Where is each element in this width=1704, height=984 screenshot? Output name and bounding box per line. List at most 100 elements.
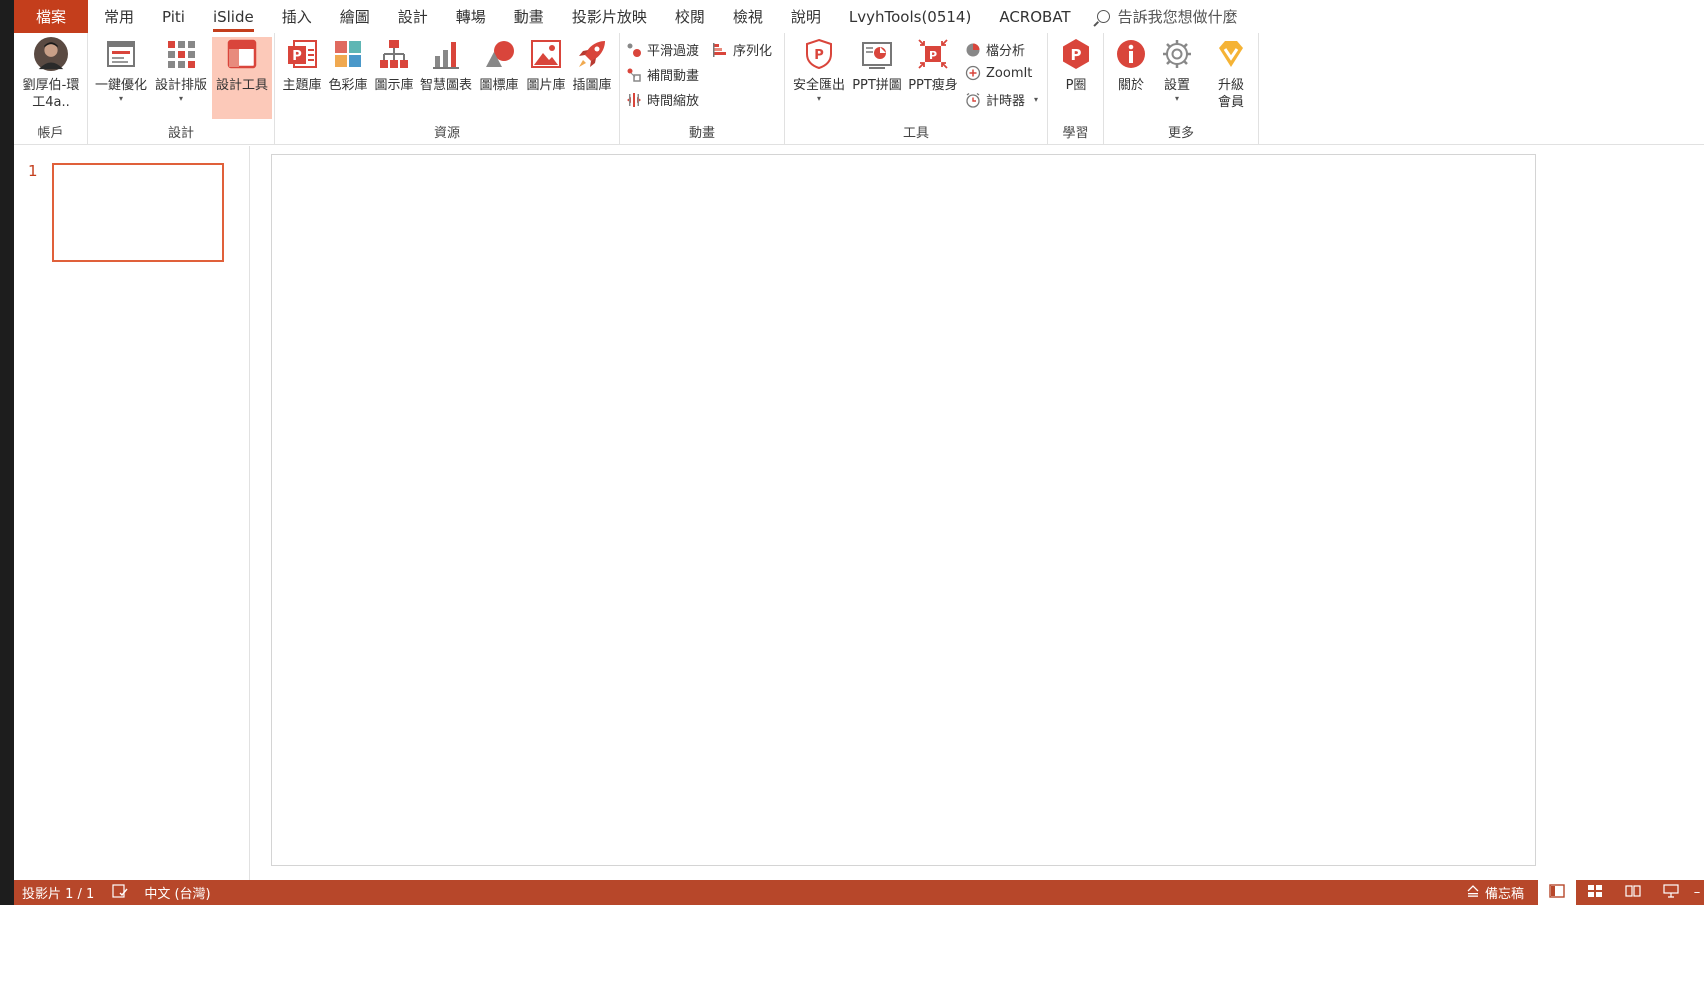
accessibility-check-button[interactable] (112, 883, 128, 902)
upgrade-member-button[interactable]: 升級 會員 (1208, 37, 1254, 111)
serialize-button[interactable]: 序列化 (712, 40, 772, 59)
safe-export-icon: P (802, 37, 836, 71)
accessibility-icon (112, 883, 128, 902)
p-circle-label: P圈 (1065, 78, 1087, 93)
icon-library-button[interactable]: 圖標庫 (475, 37, 523, 94)
group-label-animation: 動畫 (688, 126, 715, 141)
book-icon (1625, 884, 1641, 902)
design-tools-button[interactable]: 設計工具 (212, 37, 272, 119)
notes-button[interactable]: 備忘稿 (1467, 883, 1524, 902)
normal-view-icon (1549, 883, 1565, 902)
design-tools-icon (225, 37, 259, 71)
time-scale-button[interactable]: 時間縮放 (626, 90, 699, 109)
diagram-library-button[interactable]: 圖示庫 (371, 37, 417, 94)
tab-help[interactable]: 說明 (777, 0, 835, 33)
picture-icon (529, 37, 563, 71)
tab-review[interactable]: 校閱 (661, 0, 719, 33)
settings-button[interactable]: 設置 ▾ (1154, 37, 1200, 104)
ppt-slim-button[interactable]: P PPT瘦身 (905, 37, 961, 94)
tell-me-search[interactable]: 告訴我您想做什麼 (1096, 6, 1238, 27)
tween-animation-button[interactable]: 補間動畫 (626, 65, 699, 84)
p-circle-button[interactable]: P P圈 (1052, 37, 1100, 94)
zoom-out-button[interactable]: – (1690, 880, 1704, 905)
window-edge (0, 0, 14, 984)
language-indicator[interactable]: 中文 (台灣) (144, 883, 210, 902)
zoomit-label: ZoomIt (986, 65, 1033, 81)
design-layout-button[interactable]: 設計排版 ▾ (152, 37, 210, 104)
group-resources: P 主題庫 色彩庫 圖示庫 智慧圖表 圖標庫 圖片庫 插圖庫 資源 (275, 33, 620, 145)
theme-library-label: 主題庫 (282, 78, 322, 93)
theme-library-icon: P (285, 37, 319, 71)
slide-count: 投影片 1 / 1 (22, 887, 95, 902)
group-more: 關於 設置 ▾ 升級 會員 更多 (1104, 33, 1259, 145)
background-area (0, 905, 1704, 984)
tab-home[interactable]: 常用 (90, 0, 148, 33)
tab-draw[interactable]: 繪圖 (326, 0, 384, 33)
color-library-button[interactable]: 色彩庫 (325, 37, 371, 94)
timer-label: 計時器 (986, 94, 1026, 109)
ppt-collage-button[interactable]: PPT拼圖 (849, 37, 905, 94)
search-icon (1096, 10, 1110, 23)
tab-transitions[interactable]: 轉場 (442, 0, 500, 33)
reading-view-button[interactable] (1614, 880, 1652, 905)
slideshow-button[interactable] (1652, 880, 1690, 905)
group-label-design: 設計 (167, 126, 194, 141)
slide-sorter-button[interactable] (1576, 880, 1614, 905)
theme-library-button[interactable]: P 主題庫 (279, 37, 325, 94)
p-circle-icon: P (1059, 37, 1093, 71)
group-label-more: 更多 (1167, 126, 1194, 141)
time-scale-icon (626, 92, 642, 108)
picture-library-label: 圖片庫 (526, 78, 566, 93)
svg-text:P: P (929, 49, 937, 62)
smart-chart-button[interactable]: 智慧圖表 (417, 37, 475, 94)
picture-library-button[interactable]: 圖片庫 (523, 37, 569, 94)
upgrade-label-line1: 升級 (1217, 78, 1244, 93)
tween-animation-icon (626, 67, 642, 83)
tab-slideshow[interactable]: 投影片放映 (558, 0, 661, 33)
tab-lvyhtools[interactable]: LvyhTools(0514) (835, 0, 985, 33)
tab-file[interactable]: 檔案 (14, 0, 88, 33)
about-button[interactable]: 關於 (1108, 37, 1154, 94)
account-button[interactable]: 劉厚伯-環 工4a.. (16, 37, 86, 111)
status-bar: 投影片 1 / 1 中文 (台灣) 備忘稿 – (14, 880, 1704, 905)
group-label-account: 帳戶 (37, 126, 64, 141)
serialize-label: 序列化 (733, 44, 773, 59)
group-account: 劉厚伯-環 工4a.. 帳戶 (14, 33, 88, 145)
chevron-down-icon: ▾ (1034, 94, 1039, 104)
group-animation: 平滑過渡 序列化 補間動畫 時間縮放 動畫 (620, 33, 785, 145)
illustration-library-button[interactable]: 插圖庫 (569, 37, 615, 94)
tab-insert[interactable]: 插入 (268, 0, 326, 33)
tab-piti[interactable]: Piti (148, 0, 199, 33)
tab-acrobat[interactable]: ACROBAT (985, 0, 1084, 33)
slide-thumbnail[interactable] (52, 163, 224, 262)
slide-thumbnail-pane[interactable]: 1 (14, 146, 250, 880)
gear-icon (1160, 37, 1194, 71)
tab-islide[interactable]: iSlide (199, 0, 268, 33)
group-label-learn: 學習 (1062, 126, 1089, 141)
timer-button[interactable]: 計時器 ▾ (965, 90, 1038, 109)
notes-icon (1467, 884, 1479, 901)
file-analysis-button[interactable]: 檔分析 (965, 40, 1025, 59)
normal-view-button[interactable] (1538, 880, 1576, 905)
ppt-collage-label: PPT拼圖 (852, 78, 902, 93)
design-layout-label: 設計排版 (154, 78, 207, 93)
diamond-icon (1214, 37, 1248, 71)
ribbon: 劉厚伯-環 工4a.. 帳戶 一鍵優化 ▾ 設計排版 ▾ 設計工具 設計 P 主… (14, 33, 1704, 145)
smooth-transition-icon (626, 42, 642, 58)
one-key-optimize-button[interactable]: 一鍵優化 ▾ (92, 37, 150, 104)
design-layout-icon (164, 37, 198, 71)
safe-export-label: 安全匯出 (792, 78, 845, 93)
zoomit-button[interactable]: ZoomIt (965, 65, 1032, 81)
color-library-icon (331, 37, 365, 71)
tab-design[interactable]: 設計 (384, 0, 442, 33)
tell-me-text: 告訴我您想做什麼 (1117, 8, 1238, 26)
safe-export-button[interactable]: P 安全匯出 ▾ (789, 37, 849, 104)
tab-view[interactable]: 檢視 (719, 0, 777, 33)
smooth-transition-button[interactable]: 平滑過渡 (626, 40, 699, 59)
ppt-slim-icon: P (916, 37, 950, 71)
avatar (34, 37, 68, 71)
minus-icon: – (1693, 885, 1701, 900)
slide-editor (251, 146, 1704, 880)
slide-canvas[interactable] (271, 154, 1536, 866)
tab-animations[interactable]: 動畫 (500, 0, 558, 33)
